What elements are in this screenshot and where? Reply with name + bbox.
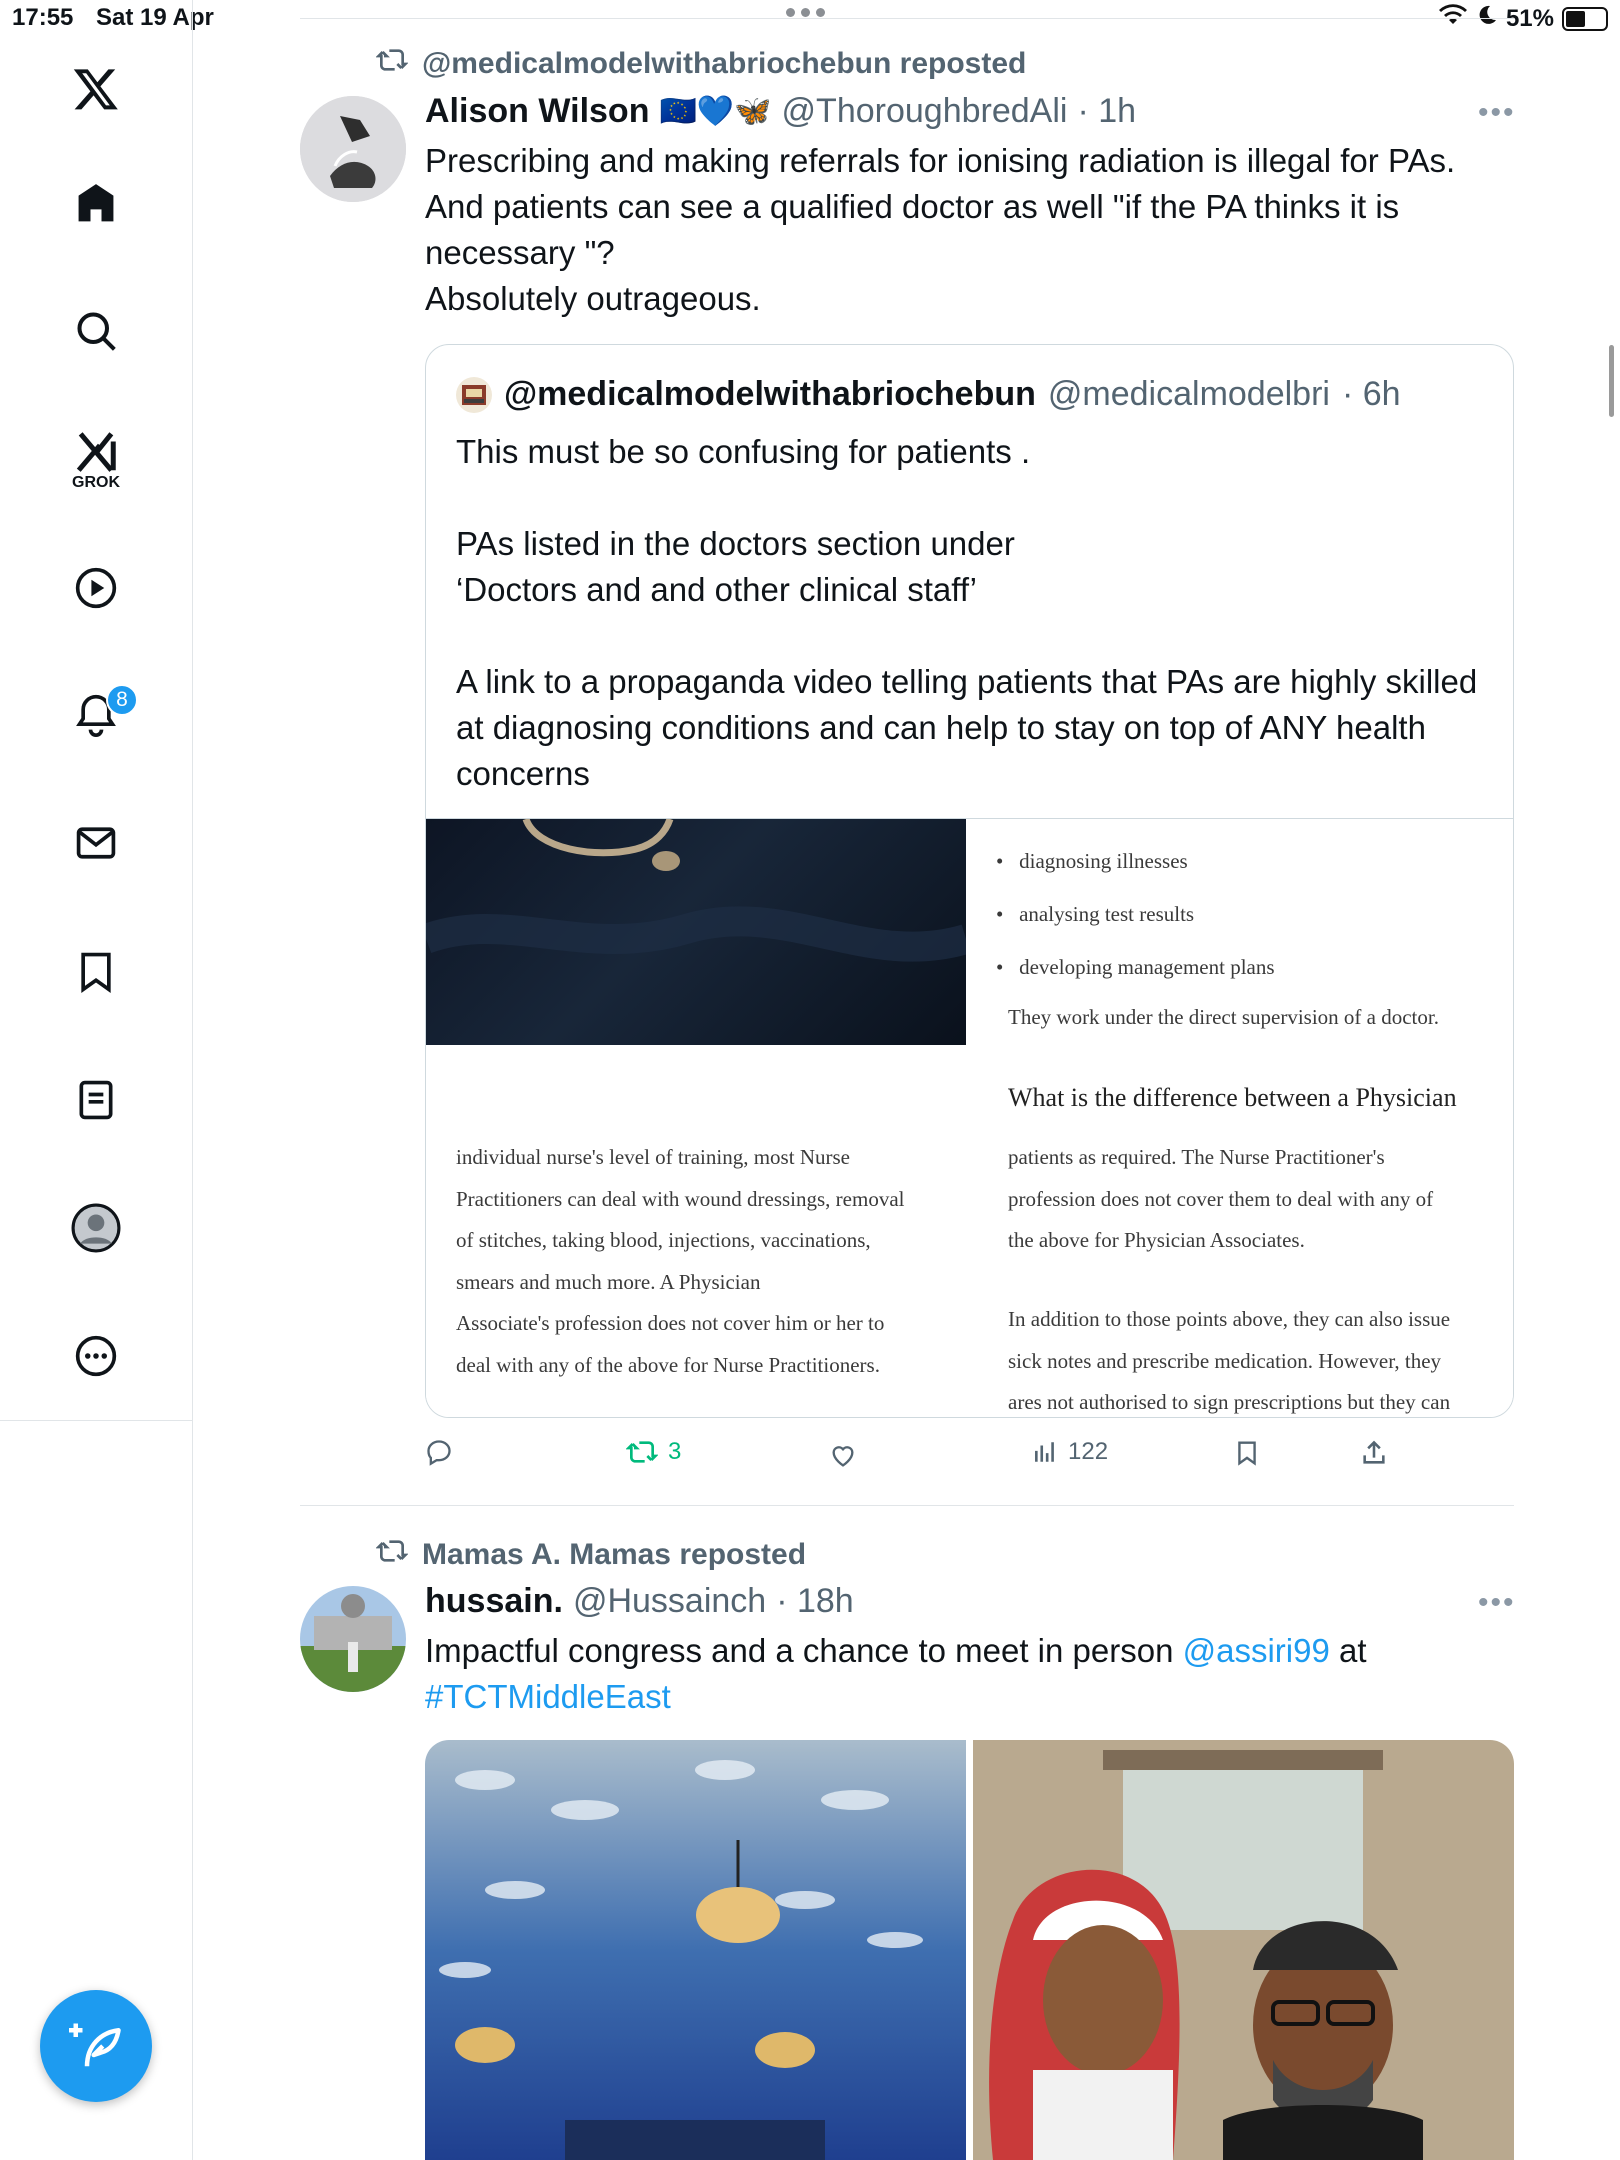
tweet-text-part: at — [1329, 1632, 1367, 1669]
tweet-text: Impactful congress and a chance to meet … — [425, 1628, 1525, 1720]
media-photo-ceiling[interactable] — [425, 1740, 966, 2160]
doc-line: the above for Physician Associates. — [1008, 1228, 1305, 1252]
bookmark-button[interactable] — [1234, 1439, 1260, 1467]
reposted-by: @medicalmodelwithabriochebun reposted — [422, 47, 1027, 80]
doc-line: Associate's profession does not cover hi… — [456, 1311, 885, 1335]
feather-plus-icon — [69, 2023, 121, 2067]
stethoscope-photo — [426, 819, 966, 1045]
more-options-icon[interactable]: ••• — [1478, 1586, 1516, 1620]
quote-time: · 6h — [1341, 375, 1401, 413]
more-circle-icon[interactable] — [71, 1331, 121, 1381]
post-time[interactable]: · 18h — [776, 1582, 854, 1621]
like-button[interactable] — [829, 1442, 867, 1470]
doc-line: deal with any of the above for Nurse Pra… — [456, 1352, 880, 1377]
analytics-icon — [1035, 1442, 1054, 1462]
search-icon[interactable] — [71, 306, 121, 356]
repost-header: @medicalmodelwithabriochebun reposted — [375, 46, 1027, 82]
author-avatar[interactable] — [300, 1586, 406, 1692]
quote-author-line: @medicalmodelwithabriochebun @medicalmod… — [456, 375, 1401, 414]
quote-text: This must be so confusing for patients .… — [456, 433, 1478, 792]
doc-line: Practitioners can deal with wound dressi… — [456, 1186, 905, 1211]
quote-image[interactable]: • diagnosing illnesses • analysing test … — [426, 818, 1513, 1417]
tweet-text-part: Impactful congress and a chance to meet … — [425, 1632, 1183, 1669]
share-button[interactable] — [1360, 1439, 1388, 1467]
doc-bullet: • diagnosing illnesses — [996, 849, 1188, 873]
author-line: Alison Wilson 🇪🇺💙🦋 @ThoroughbredAli · 1h — [425, 92, 1136, 131]
author-handle[interactable]: @ThoroughbredAli — [782, 92, 1068, 131]
author-emoji: 🇪🇺💙🦋 — [659, 95, 772, 128]
video-play-icon[interactable] — [71, 563, 121, 613]
doc-line: of stitches, taking blood, injections, v… — [456, 1228, 871, 1252]
doc-right-paragraph-1: patients as required. The Nurse Practiti… — [1008, 1137, 1433, 1262]
repost-button[interactable]: 3 — [626, 1438, 681, 1466]
author-name[interactable]: hussain. — [425, 1582, 563, 1621]
author-handle[interactable]: @Hussainch — [573, 1582, 766, 1621]
doc-line: profession does not cover them to deal w… — [1008, 1186, 1434, 1211]
share-icon — [1363, 1440, 1385, 1464]
mention-link[interactable]: @assiri99 — [1183, 1632, 1330, 1669]
media-photo-selfie[interactable] — [973, 1740, 1514, 2160]
compose-post-button[interactable] — [40, 1990, 152, 2102]
repost-icon — [375, 1537, 409, 1573]
doc-right-paragraph-2: In addition to those points above, they … — [1008, 1299, 1451, 1417]
home-icon[interactable] — [71, 178, 121, 228]
author-name[interactable]: Alison Wilson — [425, 92, 649, 131]
repost-action-icon — [626, 1441, 658, 1463]
tweet-text: Prescribing and making referrals for ion… — [425, 142, 1456, 317]
doc-bullets: • diagnosing illnesses • analysing test … — [996, 835, 1275, 994]
notification-badge: 8 — [106, 684, 138, 716]
reply-button[interactable] — [425, 1438, 463, 1466]
doc-line: smears and much more. A Physician — [456, 1269, 761, 1294]
views-count: 122 — [1068, 1438, 1109, 1465]
doc-bullet: • analysing test results — [996, 902, 1195, 926]
top-divider — [300, 18, 1514, 19]
author-avatar[interactable] — [300, 96, 406, 202]
hashtag-link[interactable]: #TCTMiddleEast — [425, 1678, 671, 1715]
quote-author-name: @medicalmodelwithabriochebun — [504, 375, 1036, 413]
doc-line: sick notes and prescribe medication. How… — [1008, 1348, 1442, 1373]
bookmark-icon[interactable] — [71, 947, 121, 997]
doc-bullet: • developing management plans — [996, 955, 1275, 979]
heart-icon — [832, 1446, 854, 1467]
author-line: hussain. @Hussainch · 18h — [425, 1582, 854, 1621]
quoted-tweet[interactable]: @medicalmodelwithabriochebun @medicalmod… — [425, 344, 1514, 1418]
doc-line: patients as required. The Nurse Practiti… — [1008, 1145, 1385, 1169]
lists-icon[interactable] — [71, 1075, 121, 1125]
quote-avatar — [456, 376, 492, 413]
profile-avatar-icon[interactable] — [71, 1203, 121, 1253]
doc-left-paragraph: individual nurse's level of training, mo… — [456, 1137, 904, 1386]
doc-supervision: They work under the direct supervision o… — [1008, 1005, 1439, 1029]
battery-icon — [1562, 6, 1608, 31]
multitasking-handle[interactable] — [786, 8, 825, 17]
grok-icon[interactable]: GROK — [71, 426, 121, 496]
repost-count: 3 — [668, 1438, 682, 1465]
quote-handle: @medicalmodelbri — [1047, 375, 1330, 413]
repost-icon — [375, 46, 409, 82]
doc-line: In addition to those points above, they … — [1008, 1307, 1451, 1331]
reposted-by: Mamas A. Mamas reposted — [422, 1538, 807, 1571]
reply-icon — [427, 1440, 451, 1466]
repost-header: Mamas A. Mamas reposted — [375, 1537, 807, 1573]
scrollbar[interactable] — [1609, 345, 1614, 417]
more-options-icon[interactable]: ••• — [1478, 96, 1516, 130]
grok-label: GROK — [72, 474, 120, 491]
views-button[interactable]: 122 — [1032, 1438, 1108, 1466]
x-logo-icon[interactable] — [71, 64, 121, 114]
doc-line: ares not authorised to sign prescription… — [1008, 1390, 1451, 1414]
doc-line: individual nurse's level of training, mo… — [456, 1145, 850, 1169]
post-time[interactable]: · 1h — [1077, 92, 1136, 131]
post-divider — [300, 1505, 1514, 1506]
mail-icon[interactable] — [71, 818, 121, 868]
doc-heading: What is the difference between a Physici… — [1008, 1083, 1457, 1112]
bookmark-action-icon — [1238, 1441, 1256, 1466]
